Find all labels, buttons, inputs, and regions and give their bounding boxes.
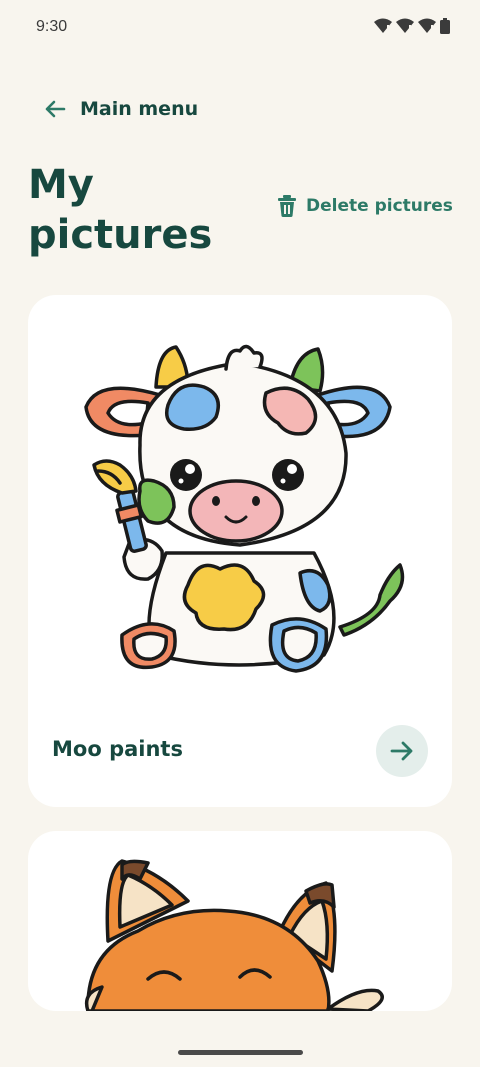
- wifi-icon: [418, 18, 436, 33]
- open-picture-button[interactable]: [376, 725, 428, 777]
- picture-card[interactable]: [28, 831, 452, 1011]
- delete-pictures-button[interactable]: Delete pictures: [276, 194, 453, 218]
- arrow-left-icon: [45, 100, 66, 118]
- status-time: 9:30: [36, 18, 68, 35]
- wifi-icon: [374, 18, 392, 33]
- picture-thumbnail-fox: [84, 859, 384, 1011]
- status-bar: 9:30: [0, 0, 480, 56]
- battery-icon: [440, 18, 450, 34]
- back-to-main-menu-button[interactable]: Main menu: [44, 98, 198, 120]
- status-icons: [374, 18, 450, 34]
- picture-card[interactable]: Moo paints: [28, 295, 452, 807]
- bottom-background: [0, 1011, 480, 1067]
- wifi-icon: [396, 18, 414, 33]
- delete-pictures-label: Delete pictures: [306, 196, 453, 216]
- picture-title: Moo paints: [52, 737, 183, 761]
- picture-thumbnail-cow: [84, 344, 405, 673]
- back-label: Main menu: [80, 98, 199, 120]
- trash-icon: [278, 195, 296, 217]
- arrow-right-icon: [390, 741, 413, 761]
- page-title: My pictures: [28, 162, 213, 258]
- home-indicator[interactable]: [178, 1050, 303, 1055]
